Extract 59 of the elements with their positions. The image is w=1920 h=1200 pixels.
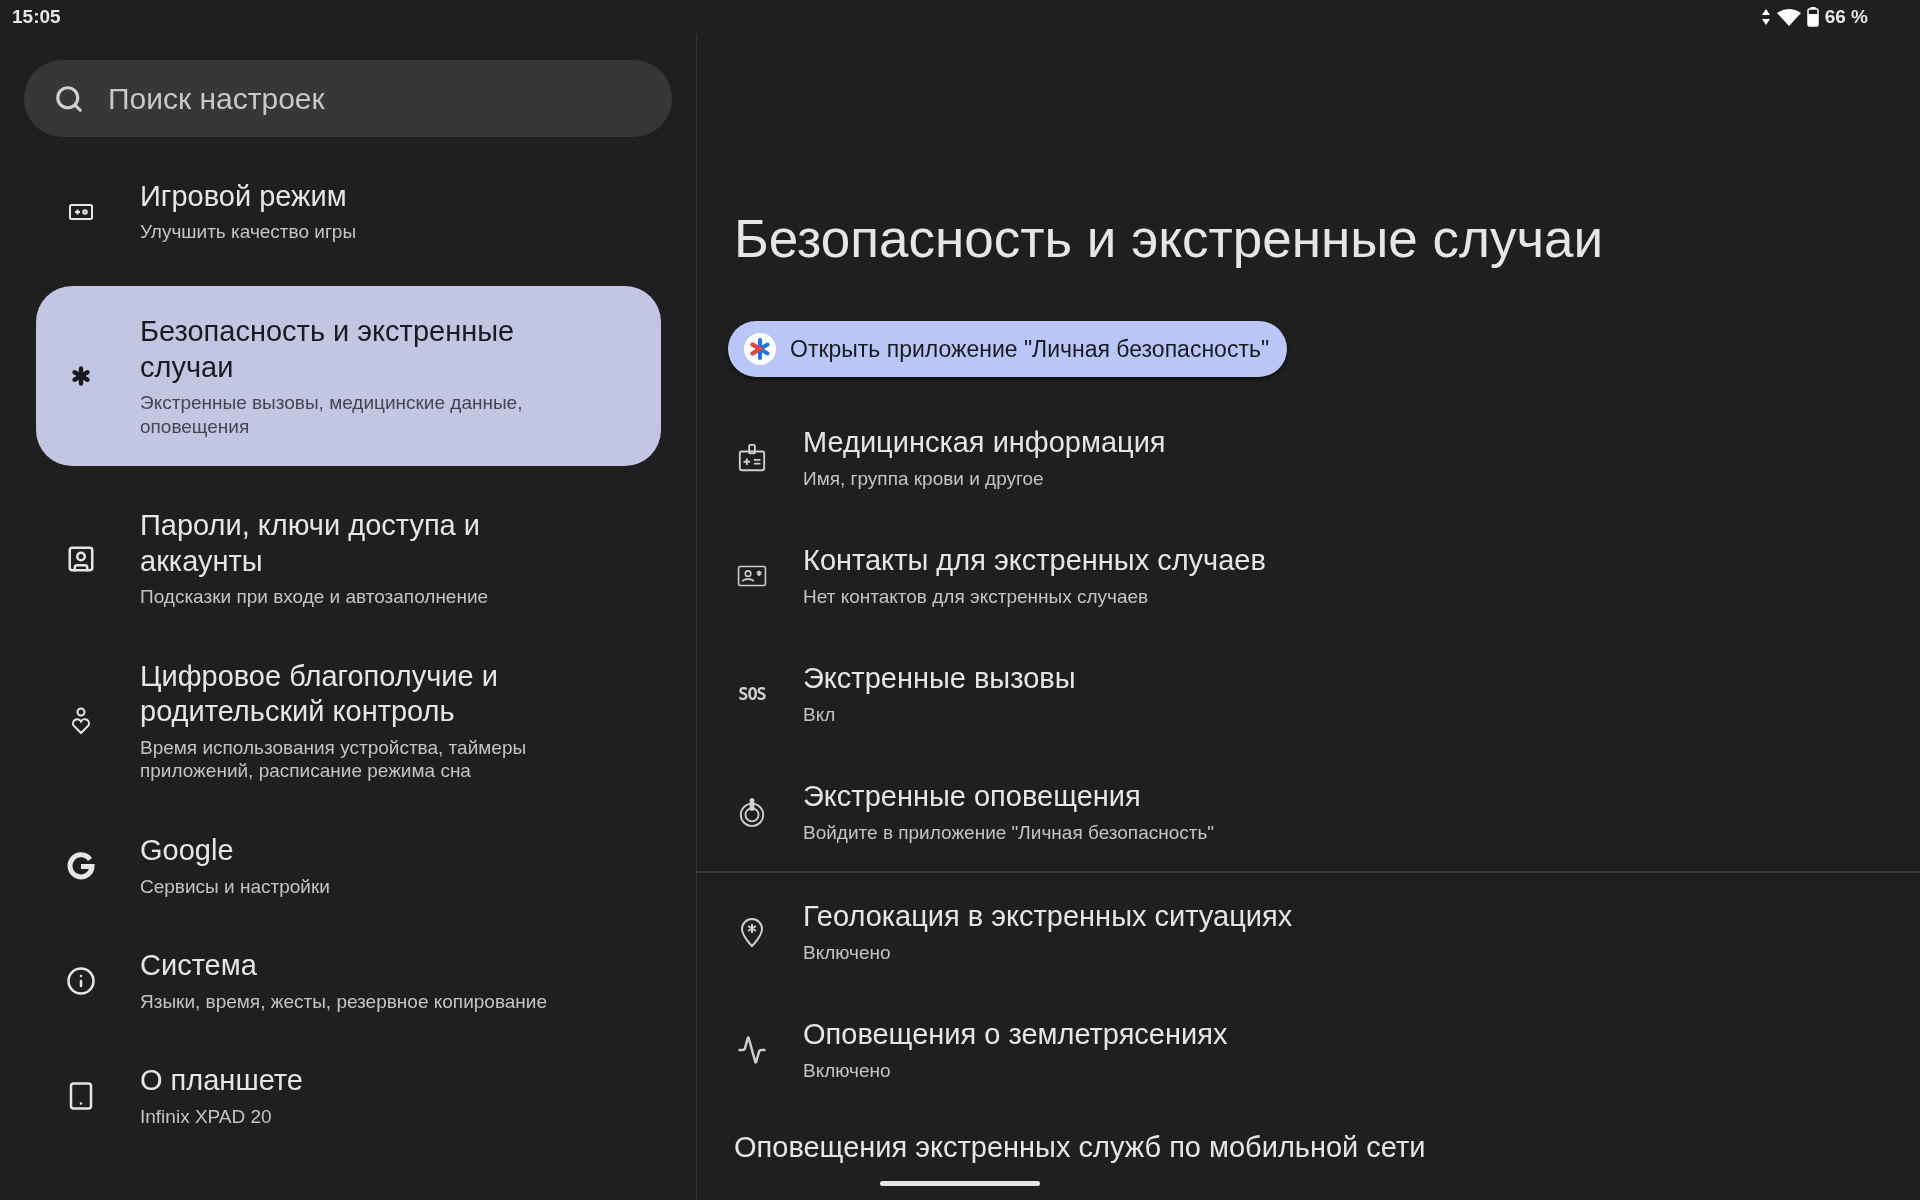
row-title: Экстренные оповещения xyxy=(803,779,1142,815)
sidebar-item[interactable]: Система Языки, время, жесты, резервное копирование xyxy=(36,940,661,1022)
row-title: Экстренные вызовы xyxy=(803,661,1076,697)
row-subtitle: Нет контактов для экстренных случаев xyxy=(803,584,1150,609)
google-g-icon xyxy=(66,850,96,881)
settings-row[interactable]: SOS Экстренные вызовы Вкл xyxy=(697,635,1920,753)
app-logo-icon xyxy=(744,333,776,365)
row-subtitle: Войдите в приложение "Личная безопасность" xyxy=(803,820,1215,845)
settings-row[interactable]: Экстренные оповещения Войдите в приложение "Личная безопасность" xyxy=(697,753,1920,871)
settings-row[interactable]: Контакты для экстренных случаев Нет контактов для экстренных случаев xyxy=(697,517,1920,635)
info-icon xyxy=(66,965,96,996)
item-subtitle: Экстренные вызовы, медицинские данные, оповещения xyxy=(140,390,524,439)
sidebar-item[interactable]: О планшете Infinix XPAD 20 xyxy=(36,1055,661,1137)
sidebar-item[interactable]: Цифровое благополучие и родительский контроль Время использования устройства, таймеры приложений, расписание режима сна xyxy=(36,650,661,792)
sidebar-item[interactable]: Безопасность и экстренные случаи Экстренные вызовы, медицинские данные, оповещения xyxy=(36,286,661,467)
item-title: Пароли, ключи доступа и аккаунты xyxy=(140,508,481,579)
sidebar-item[interactable]: Игровой режим Улучшить качество игры xyxy=(36,171,661,253)
wifi-icon xyxy=(1776,8,1801,26)
row-subtitle: Имя, группа крови и другое xyxy=(803,466,1045,491)
row-title: Медицинская информация xyxy=(803,425,1166,461)
pulse-icon xyxy=(737,1035,767,1065)
item-title: Игровой режим xyxy=(140,179,348,214)
row-title: Оповещения о землетрясениях xyxy=(803,1017,1228,1053)
item-title: Система xyxy=(140,948,258,984)
sidebar-item[interactable]: Google Сервисы и настройки xyxy=(36,825,661,907)
battery-icon xyxy=(1806,7,1819,27)
item-subtitle: Сервисы и настройки xyxy=(140,874,330,899)
item-title: О планшете xyxy=(140,1063,303,1099)
row-subtitle: Включено xyxy=(803,1058,892,1083)
data-arrows-icon xyxy=(1760,8,1771,26)
item-subtitle: Улучшить качество игры xyxy=(140,220,357,245)
item-subtitle: Infinix XPAD 20 xyxy=(140,1104,273,1129)
heart-person-icon xyxy=(70,706,92,736)
item-title: Google xyxy=(140,833,235,869)
status-time: 15:05 xyxy=(12,6,61,28)
settings-row[interactable]: Медицинская информация Имя, группа крови и другое xyxy=(697,399,1920,517)
row-title: Геолокация в экстренных ситуациях xyxy=(803,899,1293,935)
item-title: Цифровое благополучие и родительский контроль xyxy=(140,658,499,730)
sos-icon: SOS xyxy=(738,684,766,704)
settings-row[interactable]: Оповещения о землетрясениях Включено xyxy=(697,991,1920,1109)
battery-percent: 66 % xyxy=(1824,6,1868,28)
open-app-button[interactable]: Открыть приложение "Личная безопасность" xyxy=(728,321,1288,377)
search-icon xyxy=(54,84,84,114)
item-subtitle: Языки, время, жесты, резервное копирование xyxy=(140,989,547,1014)
navigation-handle[interactable] xyxy=(880,1181,1040,1186)
medical-badge-icon xyxy=(737,442,767,474)
row-subtitle: Включено xyxy=(803,940,892,965)
item-subtitle: Подсказки при входе и автозаполнение xyxy=(140,585,490,609)
page-title: Безопасность и экстренные случаи xyxy=(734,208,1605,269)
item-subtitle: Время использования устройства, таймеры приложений, расписание режима сна xyxy=(140,735,528,784)
row-title: Контакты для экстренных случаев xyxy=(803,543,1266,579)
section-header: Оповещения экстренных служб по мобильной сети xyxy=(734,1131,1427,1164)
settings-row[interactable]: Геолокация в экстренных ситуациях Включено xyxy=(697,873,1920,991)
location-pin-icon xyxy=(739,916,765,948)
row-subtitle: Вкл xyxy=(803,702,837,727)
alert-signal-icon xyxy=(737,795,767,829)
search-field[interactable]: Поиск настроек xyxy=(24,60,672,137)
sidebar-item[interactable]: Пароли, ключи доступа и аккаунты Подсказки при входе и автозаполнение xyxy=(36,500,661,617)
item-title: Безопасность и экстренные случаи xyxy=(140,314,516,385)
